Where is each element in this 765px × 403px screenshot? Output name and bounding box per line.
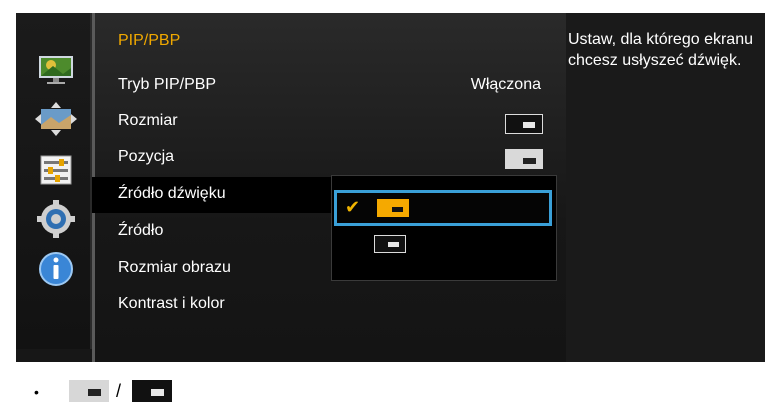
picture-icon[interactable] [33, 50, 79, 90]
light-screen-icon [69, 380, 109, 402]
info-icon[interactable] [33, 249, 79, 289]
sliders-icon[interactable] [33, 150, 79, 190]
help-text: Ustaw, dla którego ekranu chcesz usłysze… [568, 31, 753, 69]
menu-item-label: Pozycja [118, 148, 175, 165]
onscreen-display-icon[interactable] [33, 99, 79, 139]
menu-item-label: Tryb PIP/PBP [118, 76, 217, 93]
menu-item-label: Kontrast i kolor [118, 295, 225, 312]
menu-item-label: Rozmiar [118, 112, 178, 129]
position-value-icon [505, 149, 543, 169]
menu-item-value: Włączona [470, 76, 541, 93]
menu-item-pip-pbp-mode[interactable]: Tryb PIP/PBP Włączona [92, 68, 563, 104]
sub-screen-audio-icon [374, 235, 406, 253]
menu-item-size[interactable]: Rozmiar [92, 104, 563, 140]
dark-screen-icon [132, 380, 172, 402]
main-screen-audio-icon [377, 199, 409, 217]
menu-item-label: Źródło dźwięku [118, 185, 226, 202]
menu-item-position[interactable]: Pozycja [92, 140, 563, 176]
sound-source-dropdown: ✔ [331, 175, 557, 281]
help-panel: Ustaw, dla którego ekranu chcesz usłysze… [566, 13, 765, 362]
check-icon: ✔ [345, 197, 361, 217]
gear-icon[interactable] [33, 199, 79, 239]
separator: / [116, 381, 122, 401]
menu-item-label: Rozmiar obrazu [118, 259, 231, 276]
size-value-icon [505, 114, 543, 134]
option-sub-screen-audio[interactable] [334, 229, 552, 265]
menu-item-contrast-and-color[interactable]: Kontrast i kolor [92, 287, 563, 323]
menu-title: PIP/PBP [118, 32, 181, 49]
menu-item-label: Źródło [118, 222, 164, 239]
option-main-screen-audio[interactable]: ✔ [334, 190, 552, 226]
menu-item-sound-source[interactable]: Źródło dźwięku [92, 177, 332, 213]
bullet: • [34, 384, 39, 400]
